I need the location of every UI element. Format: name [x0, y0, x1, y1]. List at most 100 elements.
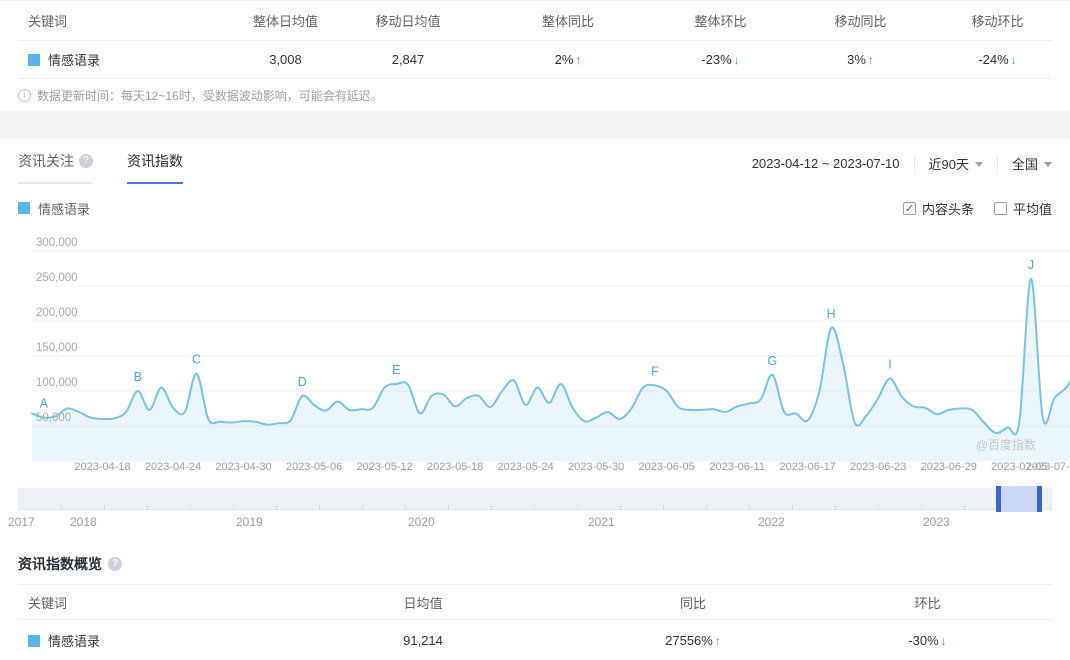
slider-tick	[147, 505, 148, 509]
slider-tick	[233, 505, 234, 509]
tab-label: 资讯关注	[18, 153, 74, 169]
year-label: 2020	[408, 515, 435, 529]
slider-tick	[663, 505, 664, 509]
year-label: 2017	[8, 515, 35, 529]
note-text: 数据更新时间：每天12~16时，受数据波动影响，可能会有延迟。	[37, 88, 383, 103]
change-value: 2%	[554, 52, 574, 67]
slider-tick	[491, 505, 492, 509]
trend-chart[interactable]: 50,000 100,000 150,000 200,000 250,000 300,00…	[18, 220, 1070, 474]
slider-tick	[362, 505, 363, 509]
slider-track[interactable]	[18, 486, 1052, 512]
col-mobile-mom: 移动环比	[971, 14, 1024, 29]
svg-text:2023-05-12: 2023-05-12	[356, 461, 412, 473]
slider-tick	[878, 505, 879, 509]
legend-color-swatch	[18, 202, 30, 214]
year-label: 2019	[236, 515, 263, 529]
svg-text:2023-05-18: 2023-05-18	[427, 461, 483, 473]
summary-panel: 关键词 整体日均值 移动日均值 整体同比 整体环比 移动同比 移动环比 情感语录…	[0, 0, 1070, 111]
date-range[interactable]: 2023-04-12 ~ 2023-07-10	[752, 156, 900, 171]
svg-text:J: J	[1028, 258, 1034, 272]
svg-text:2023-04-24: 2023-04-24	[145, 461, 201, 473]
down-arrow-icon: ↓	[940, 634, 947, 648]
yoy-value: 27556% ↑	[583, 633, 803, 648]
slider-tick	[104, 505, 105, 509]
slider-tick	[577, 505, 578, 509]
change-value: 3%	[847, 52, 866, 67]
tab-zixun-zhishu[interactable]: 资讯指数	[127, 151, 183, 184]
col-daily-avg: 日均值	[403, 595, 443, 611]
period-label: 近90天	[928, 157, 969, 172]
change-value: -30%	[908, 633, 939, 648]
toggle-label: 平均值	[1012, 201, 1052, 217]
svg-text:2023-05-24: 2023-05-24	[497, 461, 553, 473]
chevron-down-icon	[1044, 162, 1052, 167]
slider-tick	[1007, 505, 1008, 509]
keyword-label: 情感语录	[48, 634, 101, 649]
slider-tick	[61, 505, 62, 509]
mobile-mom-value: -24% ↓	[943, 52, 1052, 67]
chart-controls: 2023-04-12 ~ 2023-07-10 近90天 全国	[752, 151, 1052, 173]
slider-tick	[276, 505, 277, 509]
slider-tick	[190, 505, 191, 509]
overall-yoy-value: 2% ↑	[473, 52, 663, 67]
keyword-color-swatch	[28, 53, 40, 66]
series-toggles: 内容头条 平均值	[902, 199, 1052, 218]
svg-text:2023-06-29: 2023-06-29	[921, 461, 977, 473]
svg-text:2023-04-30: 2023-04-30	[215, 461, 271, 473]
toggle-content-headlines[interactable]: 内容头条	[902, 199, 974, 218]
mobile-yoy-value: 3% ↑	[778, 52, 943, 67]
tab-zixun-guanzhu[interactable]: 资讯关注 ?	[18, 151, 93, 184]
keyword-color-swatch	[28, 634, 40, 647]
slider-tick	[964, 505, 965, 509]
period-dropdown[interactable]: 近90天	[929, 154, 983, 173]
svg-text:2023-06-05: 2023-06-05	[639, 461, 695, 473]
slider-tick	[792, 505, 793, 509]
svg-text:50,000: 50,000	[36, 412, 71, 424]
slider-selection-range[interactable]	[996, 486, 1042, 512]
svg-text:C: C	[192, 353, 201, 367]
section-divider-band	[0, 111, 1070, 139]
year-label: 2018	[70, 515, 97, 529]
up-arrow-icon: ↑	[575, 53, 582, 67]
keyword-cell[interactable]: 情感语录	[18, 631, 263, 650]
svg-text:250,000: 250,000	[36, 272, 78, 284]
change-value: -23%	[701, 52, 732, 67]
svg-text:2023-06-11: 2023-06-11	[709, 461, 764, 473]
col-mom: 环比	[914, 595, 941, 611]
svg-text:150,000: 150,000	[36, 342, 78, 354]
area-chart-svg[interactable]: 50,000 100,000 150,000 200,000 250,000 300,00…	[18, 220, 1070, 474]
overall-mom-value: -23% ↓	[663, 52, 778, 67]
overview-table: 关键词 日均值 同比 环比 情感语录 91,214 27556% ↑ -30% ↓	[18, 584, 1052, 660]
svg-text:2023-06-23: 2023-06-23	[850, 461, 906, 473]
help-icon[interactable]: ?	[108, 557, 122, 571]
toggle-average[interactable]: 平均值	[993, 199, 1052, 218]
chevron-down-icon	[974, 162, 983, 167]
year-label: 2023	[923, 515, 950, 529]
svg-text:300,000: 300,000	[36, 237, 78, 249]
checkbox-unchecked-icon[interactable]	[993, 201, 1007, 215]
slider-tick	[448, 505, 449, 509]
slider-tick	[534, 505, 535, 509]
tab-label: 资讯指数	[127, 153, 183, 169]
overview-panel: 资讯指数概览 ? 关键词 日均值 同比 环比 情感语录 91,214 27556…	[0, 552, 1070, 660]
daily-avg-value: 91,214	[403, 633, 443, 648]
col-yoy: 同比	[679, 595, 706, 611]
year-label: 2021	[588, 515, 615, 529]
col-overall-daily-avg: 整体日均值	[252, 14, 318, 29]
col-overall-mom: 整体环比	[694, 14, 747, 29]
svg-text:2023-05-06: 2023-05-06	[286, 461, 342, 473]
change-value: 27556%	[665, 633, 713, 648]
baidu-index-page: 关键词 整体日均值 移动日均值 整体同比 整体环比 移动同比 移动环比 情感语录…	[0, 0, 1070, 660]
region-label: 全国	[1011, 157, 1038, 172]
region-dropdown[interactable]: 全国	[1012, 154, 1052, 173]
help-icon[interactable]: ?	[79, 154, 93, 168]
overview-table-row: 情感语录 91,214 27556% ↑ -30% ↓	[18, 620, 1052, 660]
svg-text:B: B	[134, 370, 142, 384]
legend-item-keyword[interactable]: 情感语录	[18, 199, 90, 218]
slider-tick	[405, 505, 406, 509]
svg-text:D: D	[298, 375, 307, 389]
slider-year-labels: 2017 2018 2019 2020 2021 2022 2023	[8, 510, 1052, 532]
checkbox-checked-icon[interactable]	[902, 201, 916, 215]
keyword-cell[interactable]: 情感语录	[18, 50, 228, 69]
slider-tick	[1050, 505, 1051, 509]
